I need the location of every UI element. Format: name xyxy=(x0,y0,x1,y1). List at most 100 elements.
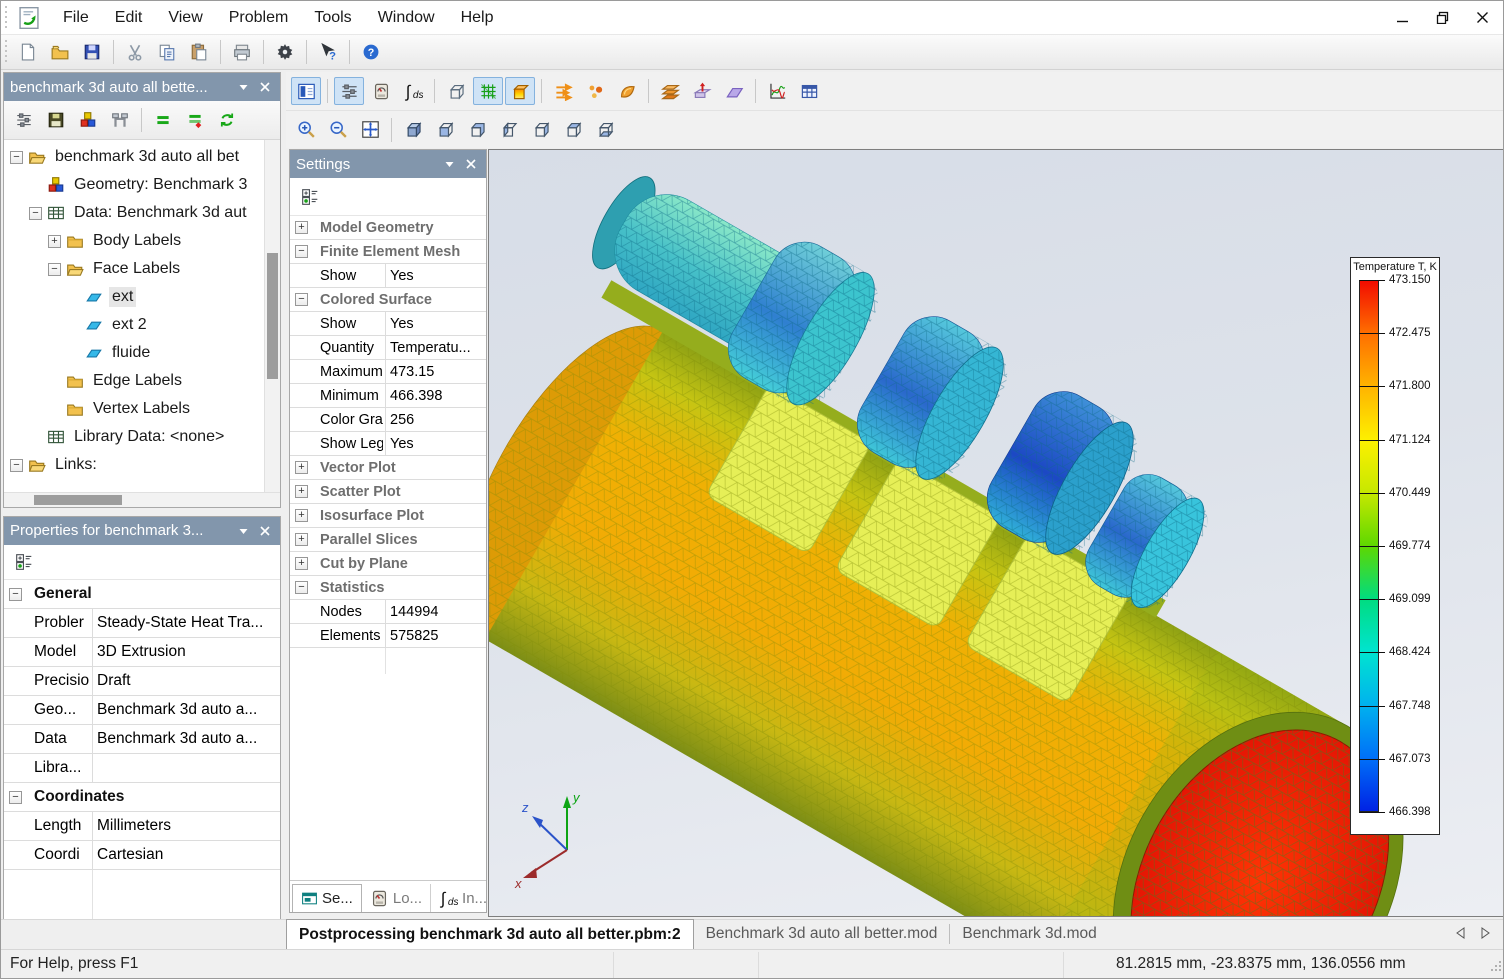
links-pipe-button[interactable] xyxy=(105,105,135,135)
options-gear-button[interactable] xyxy=(270,38,300,66)
zoom-in-button[interactable] xyxy=(291,116,321,144)
geometry-cubes-button[interactable] xyxy=(73,105,103,135)
tree-item-geometry-benchmark-3[interactable]: Geometry: Benchmark 3 xyxy=(4,171,264,199)
tab-scroll-left-icon[interactable] xyxy=(1455,926,1466,944)
grid-row-color-gra[interactable]: Color Gra256 xyxy=(290,408,486,432)
menu-problem[interactable]: Problem xyxy=(216,3,302,33)
menu-edit[interactable]: Edit xyxy=(102,3,156,33)
settings-tab-lo[interactable]: Lo... xyxy=(362,884,431,912)
equals-button[interactable] xyxy=(148,105,178,135)
tree-item-body-labels[interactable]: +Body Labels xyxy=(4,227,264,255)
view-left-button[interactable] xyxy=(494,116,524,144)
category-view-icon[interactable] xyxy=(9,547,39,577)
print-button[interactable] xyxy=(227,38,257,66)
collapse-icon[interactable]: − xyxy=(295,293,308,306)
expand-icon[interactable]: + xyxy=(295,461,308,474)
wireframe-cube-button[interactable] xyxy=(441,77,471,105)
refresh-button[interactable] xyxy=(212,105,242,135)
grid-section-colored-surface[interactable]: −Colored Surface xyxy=(290,288,486,312)
settings-tab-se[interactable]: Se... xyxy=(292,884,362,912)
copy-button[interactable] xyxy=(152,38,182,66)
grid-section-parallel-slices[interactable]: +Parallel Slices xyxy=(290,528,486,552)
zoom-window-button[interactable] xyxy=(355,116,385,144)
menu-help[interactable]: Help xyxy=(448,3,507,33)
expand-icon[interactable]: + xyxy=(295,557,308,570)
grid-row-libra[interactable]: Libra... xyxy=(4,754,280,783)
viewport-3d[interactable]: y z x Temperature T, K 473.150472.475471… xyxy=(488,149,1504,917)
integral-button[interactable]: ∫ds xyxy=(398,77,428,105)
tree-item-links[interactable]: −Links: xyxy=(4,451,264,479)
new-document-button[interactable] xyxy=(13,38,43,66)
tree-item-library-data-none[interactable]: Library Data: <none> xyxy=(4,423,264,451)
expand-icon[interactable]: + xyxy=(295,533,308,546)
menu-tools[interactable]: Tools xyxy=(301,3,364,33)
document-tab-2[interactable]: Benchmark 3d auto all better.mod xyxy=(694,919,950,949)
restore-button[interactable] xyxy=(1435,11,1449,25)
tree-item-vertex-labels[interactable]: Vertex Labels xyxy=(4,395,264,423)
save-disk-button[interactable] xyxy=(41,105,71,135)
expand-icon[interactable]: + xyxy=(295,485,308,498)
grid-row-precisio[interactable]: PrecisioDraft xyxy=(4,667,280,696)
tree-vertical-scrollbar[interactable] xyxy=(264,140,280,492)
tree-item-ext-2[interactable]: ext 2 xyxy=(4,311,264,339)
local-values-button[interactable] xyxy=(366,77,396,105)
menu-file[interactable]: File xyxy=(50,3,102,33)
grid-row-probler[interactable]: ProblerSteady-State Heat Tra... xyxy=(4,609,280,638)
parallel-slices-button[interactable] xyxy=(655,77,685,105)
tree-horizontal-scrollbar[interactable] xyxy=(4,492,280,507)
isosurface-button[interactable] xyxy=(612,77,642,105)
view-isometric-button[interactable] xyxy=(398,116,428,144)
grid-row-minimum[interactable]: Minimum466.398 xyxy=(290,384,486,408)
panel-menu-button[interactable] xyxy=(234,78,252,96)
table-button[interactable] xyxy=(794,77,824,105)
grid-section-vector-plot[interactable]: +Vector Plot xyxy=(290,456,486,480)
grid-section-finite-element-mesh[interactable]: −Finite Element Mesh xyxy=(290,240,486,264)
grid-section-isosurface-plot[interactable]: +Isosurface Plot xyxy=(290,504,486,528)
collapse-icon[interactable]: − xyxy=(9,588,22,601)
tree-item-data-benchmark-3d-aut[interactable]: −Data: Benchmark 3d aut xyxy=(4,199,264,227)
tree-item-edge-labels[interactable]: Edge Labels xyxy=(4,367,264,395)
panel-menu-button[interactable] xyxy=(440,155,458,173)
not-equals-button[interactable] xyxy=(180,105,210,135)
collapse-icon[interactable]: − xyxy=(48,263,61,276)
grid-row-nodes[interactable]: Nodes144994 xyxy=(290,600,486,624)
close-icon[interactable] xyxy=(256,522,274,540)
grid-row-coordi[interactable]: CoordiCartesian xyxy=(4,841,280,870)
grid-section-scatter-plot[interactable]: +Scatter Plot xyxy=(290,480,486,504)
view-front-button[interactable] xyxy=(430,116,460,144)
colored-surface-button[interactable] xyxy=(505,77,535,105)
settings-tab-in[interactable]: ∫dsIn... xyxy=(431,884,496,912)
help-button[interactable]: ? xyxy=(356,38,386,66)
resize-grip[interactable] xyxy=(1489,959,1503,978)
grid-row-show-leg[interactable]: Show LegYes xyxy=(290,432,486,456)
scatter-plot-button[interactable] xyxy=(580,77,610,105)
grid-section-general[interactable]: −General xyxy=(4,580,280,609)
save-button[interactable] xyxy=(77,38,107,66)
plot-settings-button[interactable] xyxy=(334,77,364,105)
document-tab-3[interactable]: Benchmark 3d.mod xyxy=(950,919,1108,949)
collapse-icon[interactable]: − xyxy=(10,459,23,472)
tree-item-face-labels[interactable]: −Face Labels xyxy=(4,255,264,283)
zoom-out-button[interactable] xyxy=(323,116,353,144)
close-button[interactable] xyxy=(1475,11,1489,25)
collapse-icon[interactable]: − xyxy=(9,791,22,804)
cut-button[interactable] xyxy=(120,38,150,66)
grid-row-model[interactable]: Model3D Extrusion xyxy=(4,638,280,667)
grid-row-maximum[interactable]: Maximum473.15 xyxy=(290,360,486,384)
grid-row-geo[interactable]: Geo...Benchmark 3d auto a... xyxy=(4,696,280,725)
legend-button[interactable] xyxy=(291,77,321,105)
minimize-button[interactable] xyxy=(1395,11,1409,25)
grid-row-data[interactable]: DataBenchmark 3d auto a... xyxy=(4,725,280,754)
grid-section-statistics[interactable]: −Statistics xyxy=(290,576,486,600)
close-icon[interactable] xyxy=(256,78,274,96)
expand-icon[interactable]: + xyxy=(48,235,61,248)
view-top-button[interactable] xyxy=(558,116,588,144)
tree-item-ext[interactable]: ext xyxy=(4,283,264,311)
menu-view[interactable]: View xyxy=(155,3,215,33)
tab-scroll-right-icon[interactable] xyxy=(1480,926,1491,944)
expand-icon[interactable]: + xyxy=(295,221,308,234)
collapse-icon[interactable]: − xyxy=(295,245,308,258)
tree-item-fluide[interactable]: fluide xyxy=(4,339,264,367)
grid-row-length[interactable]: LengthMillimeters xyxy=(4,812,280,841)
open-folder-button[interactable] xyxy=(45,38,75,66)
